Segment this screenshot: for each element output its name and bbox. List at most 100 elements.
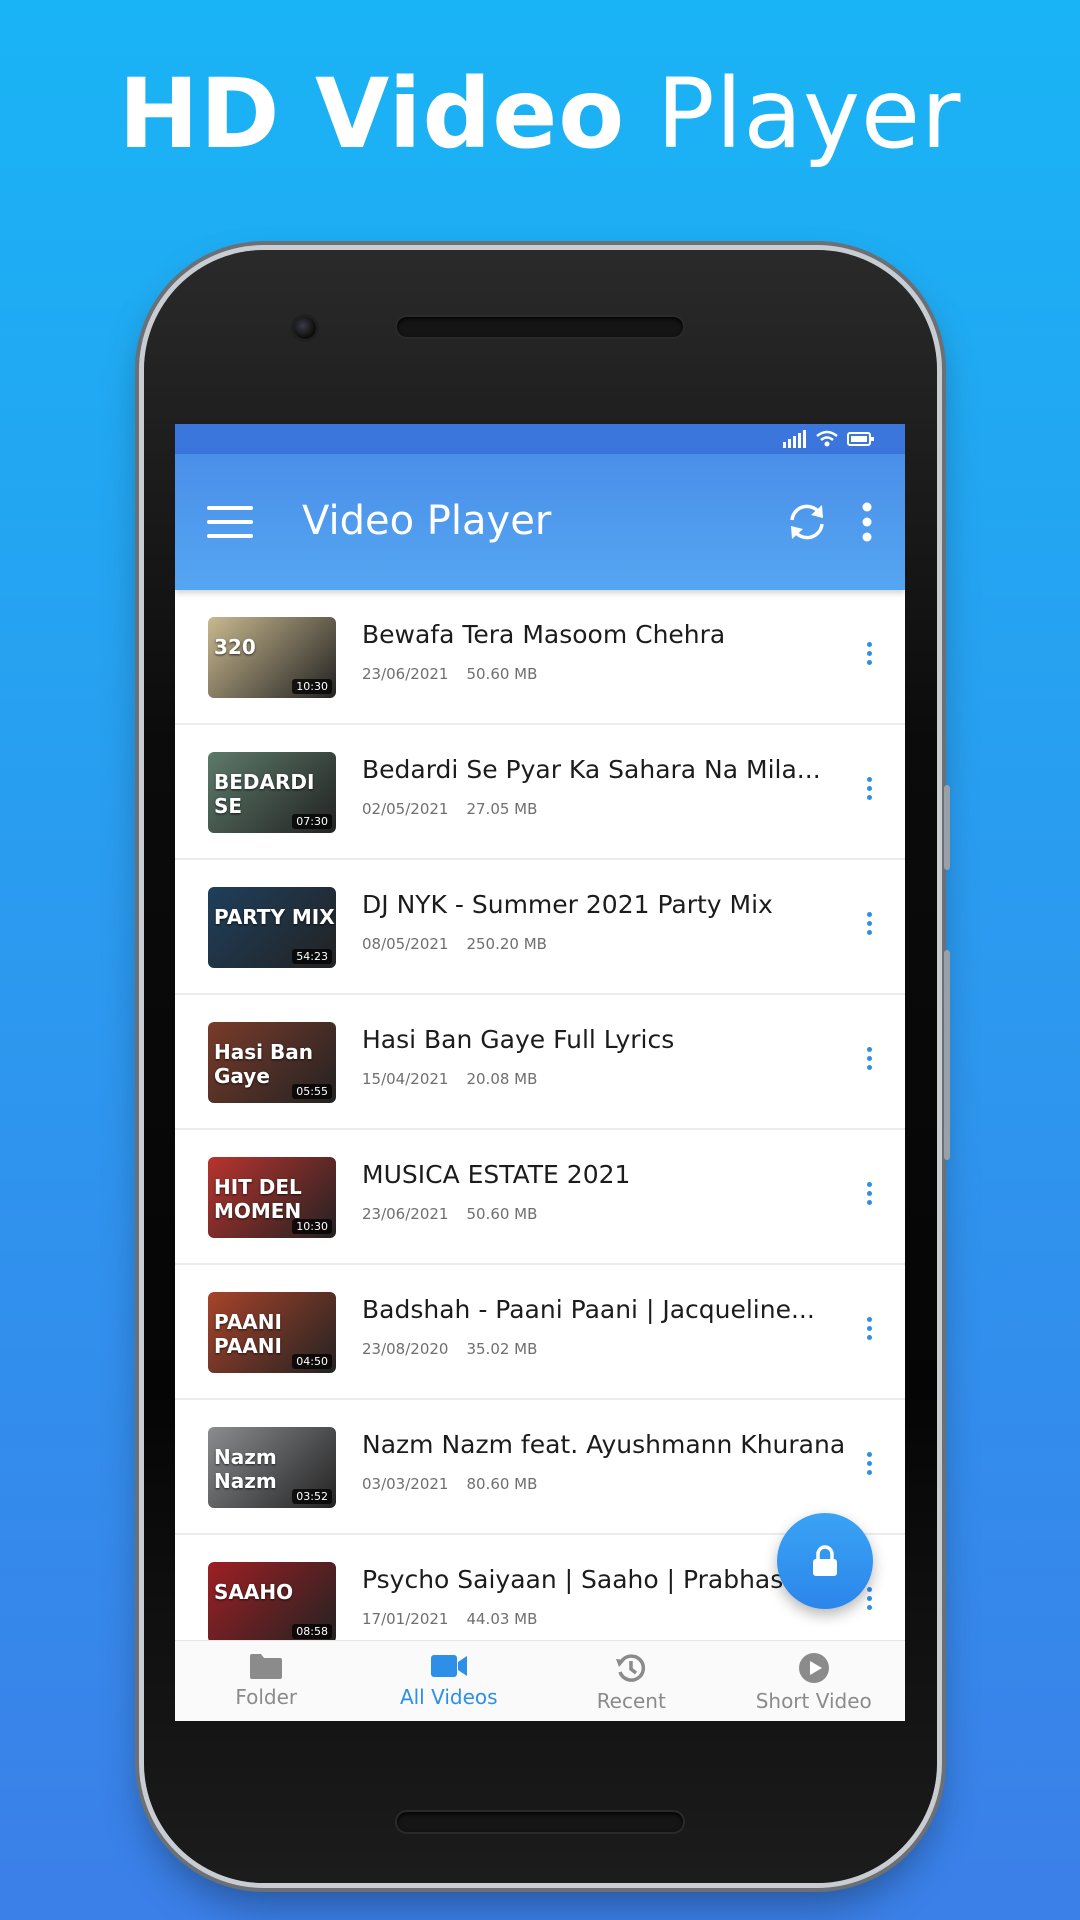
video-meta: 23/06/2021 50.60 MB <box>362 665 537 683</box>
item-more-icon[interactable] <box>865 1452 873 1480</box>
video-title[interactable]: Nazm Nazm feat. Ayushmann Khurana <box>362 1430 852 1459</box>
nav-recent[interactable]: Recent <box>540 1641 723 1721</box>
video-list-item[interactable]: 320 10:30 Bewafa Tera Masoom Chehra 23/0… <box>175 590 905 725</box>
video-camera-icon <box>430 1655 467 1677</box>
video-list-item[interactable]: PAANI PAANI 04:50 Badshah - Paani Paani … <box>175 1265 905 1400</box>
video-meta: 03/03/2021 80.60 MB <box>362 1475 537 1493</box>
video-duration: 10:30 <box>292 1219 332 1234</box>
phone-volume-button <box>944 950 950 1160</box>
video-date: 23/08/2020 <box>362 1340 449 1358</box>
history-icon <box>616 1654 646 1682</box>
video-thumbnail[interactable]: HIT DEL MOMEN 10:30 <box>208 1157 336 1238</box>
headline-bold: HD Video <box>118 58 626 170</box>
video-title[interactable]: MUSICA ESTATE 2021 <box>362 1160 852 1189</box>
nav-label-short-video: Short Video <box>755 1689 872 1713</box>
play-circle-icon <box>798 1653 829 1683</box>
nav-label-all-videos: All Videos <box>399 1685 498 1709</box>
video-duration: 07:30 <box>292 814 332 829</box>
video-date: 17/01/2021 <box>362 1610 449 1628</box>
video-duration: 03:52 <box>292 1489 332 1504</box>
video-thumbnail[interactable]: SAAHO 08:58 <box>208 1562 336 1643</box>
nav-short-video[interactable]: Short Video <box>723 1641 906 1721</box>
thumbnail-caption: Hasi Ban Gaye <box>214 1040 313 1088</box>
video-meta: 23/06/2021 50.60 MB <box>362 1205 537 1223</box>
phone-bottom-speaker <box>397 1812 683 1832</box>
video-date: 23/06/2021 <box>362 1205 449 1223</box>
video-meta: 08/05/2021 250.20 MB <box>362 935 547 953</box>
video-duration: 04:50 <box>292 1354 332 1369</box>
status-bar <box>175 424 905 454</box>
item-more-icon[interactable] <box>865 912 873 940</box>
video-thumbnail[interactable]: 320 10:30 <box>208 617 336 698</box>
thumbnail-caption: HIT DEL MOMEN <box>214 1175 302 1223</box>
video-thumbnail[interactable]: Nazm Nazm 03:52 <box>208 1427 336 1508</box>
hamburger-menu-icon[interactable] <box>207 506 253 540</box>
item-more-icon[interactable] <box>865 642 873 670</box>
video-thumbnail[interactable]: Hasi Ban Gaye 05:55 <box>208 1022 336 1103</box>
video-size: 80.60 MB <box>466 1475 538 1493</box>
lock-fab-button[interactable] <box>777 1513 873 1609</box>
video-duration: 08:58 <box>292 1624 332 1639</box>
refresh-icon[interactable] <box>785 500 829 544</box>
video-title[interactable]: Bedardi Se Pyar Ka Sahara Na Mila... <box>362 755 852 784</box>
signal-icon <box>783 430 806 448</box>
video-size: 44.03 MB <box>466 1610 538 1628</box>
video-date: 02/05/2021 <box>362 800 449 818</box>
video-list-item[interactable]: BEDARDI SE 07:30 Bedardi Se Pyar Ka Saha… <box>175 725 905 860</box>
thumbnail-caption: SAAHO <box>214 1580 294 1604</box>
nav-folder[interactable]: Folder <box>175 1641 358 1721</box>
video-meta: 02/05/2021 27.05 MB <box>362 800 537 818</box>
wifi-icon <box>816 430 838 447</box>
video-size: 50.60 MB <box>466 1205 538 1223</box>
video-thumbnail[interactable]: BEDARDI SE 07:30 <box>208 752 336 833</box>
video-list-item[interactable]: Hasi Ban Gaye 05:55 Hasi Ban Gaye Full L… <box>175 995 905 1130</box>
video-title[interactable]: DJ NYK - Summer 2021 Party Mix <box>362 890 852 919</box>
video-list-item[interactable]: PARTY MIX 54:23 DJ NYK - Summer 2021 Par… <box>175 860 905 995</box>
video-date: 23/06/2021 <box>362 665 449 683</box>
video-duration: 54:23 <box>292 949 332 964</box>
thumbnail-caption: PAANI PAANI <box>214 1310 282 1358</box>
video-date: 08/05/2021 <box>362 935 449 953</box>
nav-all-videos[interactable]: All Videos <box>358 1641 541 1721</box>
item-more-icon[interactable] <box>865 1047 873 1075</box>
more-vert-icon[interactable] <box>861 502 873 542</box>
video-size: 50.60 MB <box>466 665 538 683</box>
video-meta: 23/08/2020 35.02 MB <box>362 1340 537 1358</box>
video-list-item[interactable]: HIT DEL MOMEN 10:30 MUSICA ESTATE 2021 2… <box>175 1130 905 1265</box>
item-more-icon[interactable] <box>865 777 873 805</box>
video-meta: 15/04/2021 20.08 MB <box>362 1070 537 1088</box>
video-size: 250.20 MB <box>466 935 547 953</box>
nav-label-folder: Folder <box>235 1685 298 1709</box>
app-screen: Video Player 320 10:30 Bewafa Tera Masoo… <box>175 424 905 1721</box>
thumbnail-caption: Nazm Nazm <box>214 1445 277 1493</box>
video-list: 320 10:30 Bewafa Tera Masoom Chehra 23/0… <box>175 590 905 1670</box>
phone-camera <box>294 317 316 339</box>
bottom-navigation: Folder All Videos Recent Short Video <box>175 1640 905 1721</box>
video-thumbnail[interactable]: PARTY MIX 54:23 <box>208 887 336 968</box>
headline-light: Player <box>656 58 962 170</box>
video-meta: 17/01/2021 44.03 MB <box>362 1610 537 1628</box>
video-size: 35.02 MB <box>466 1340 538 1358</box>
video-date: 03/03/2021 <box>362 1475 449 1493</box>
nav-label-recent: Recent <box>596 1689 666 1713</box>
battery-icon <box>847 432 874 446</box>
thumbnail-caption: PARTY MIX <box>214 905 335 929</box>
video-title[interactable]: Hasi Ban Gaye Full Lyrics <box>362 1025 852 1054</box>
app-bar: Video Player <box>175 454 905 590</box>
video-thumbnail[interactable]: PAANI PAANI 04:50 <box>208 1292 336 1373</box>
item-more-icon[interactable] <box>865 1182 873 1210</box>
video-list-item[interactable]: Nazm Nazm 03:52 Nazm Nazm feat. Ayushman… <box>175 1400 905 1535</box>
video-size: 20.08 MB <box>466 1070 538 1088</box>
item-more-icon[interactable] <box>865 1317 873 1345</box>
folder-icon <box>250 1654 283 1679</box>
phone-side-button <box>944 785 950 870</box>
phone-earpiece <box>397 317 683 337</box>
video-duration: 10:30 <box>292 679 332 694</box>
video-date: 15/04/2021 <box>362 1070 449 1088</box>
video-title[interactable]: Badshah - Paani Paani | Jacqueline... <box>362 1295 852 1324</box>
video-size: 27.05 MB <box>466 800 538 818</box>
video-title[interactable]: Bewafa Tera Masoom Chehra <box>362 620 852 649</box>
video-duration: 05:55 <box>292 1084 332 1099</box>
item-more-icon[interactable] <box>865 1587 873 1615</box>
thumbnail-caption: 320 <box>214 635 256 659</box>
